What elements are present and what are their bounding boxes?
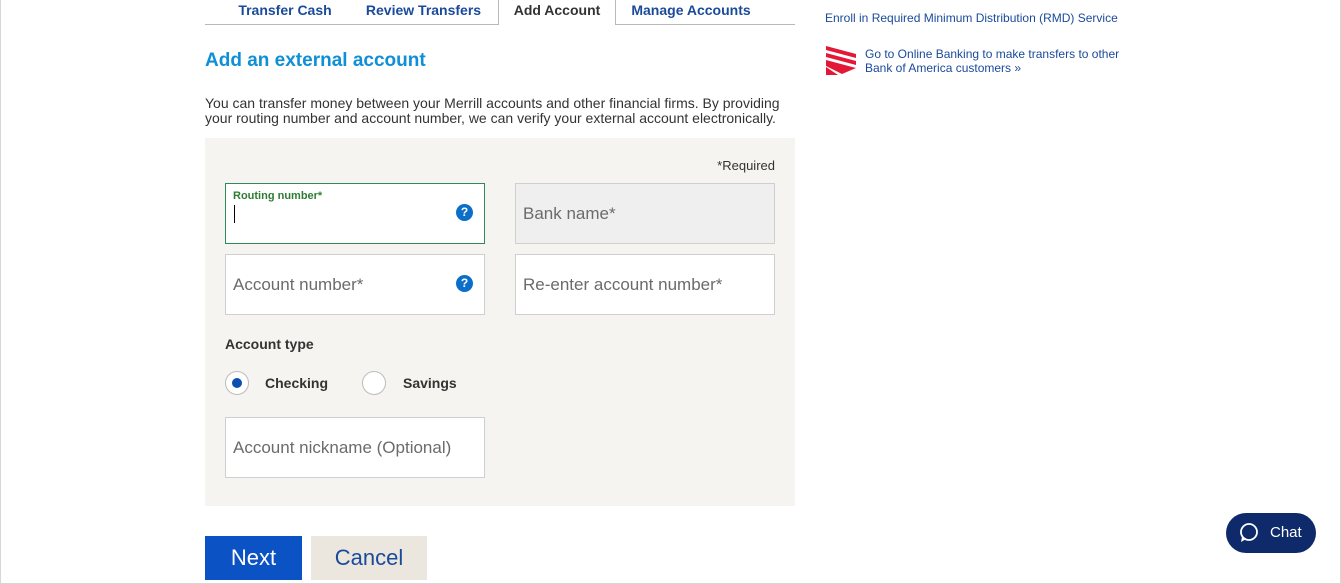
online-banking-link[interactable]: Go to Online Banking to make transfers t… [865,47,1135,75]
savings-radio[interactable] [362,371,386,395]
required-note: *Required [717,158,775,173]
tab-review-transfers[interactable]: Review Transfers [355,0,492,24]
tab-add-account[interactable]: Add Account [498,0,616,25]
account-number-placeholder: Account number* [233,275,364,294]
routing-number-field[interactable]: Routing number* ? [225,183,485,244]
account-number-field[interactable]: Account number* ? [225,254,485,315]
reenter-account-placeholder: Re-enter account number* [523,275,723,294]
page-title: Add an external account [205,50,426,71]
transfer-page: Transfer Cash Review Transfers Add Accou… [0,0,1341,584]
rmd-enroll-link[interactable]: Enroll in Required Minimum Distribution … [825,11,1118,25]
text-caret [234,205,235,223]
bank-of-america-flag-icon [826,46,856,75]
cancel-button[interactable]: Cancel [311,536,427,580]
chat-bubble-icon [1240,523,1258,542]
account-type-label: Account type [225,336,314,352]
checking-label[interactable]: Checking [265,375,328,391]
tab-bar: Transfer Cash Review Transfers Add Accou… [205,0,795,25]
chat-label: Chat [1270,524,1302,541]
add-account-form: *Required Routing number* ? Bank name* A… [205,138,795,506]
radio-selected-dot [232,378,242,388]
savings-label[interactable]: Savings [403,375,457,391]
account-help-icon[interactable]: ? [456,275,473,292]
reenter-account-number-field[interactable]: Re-enter account number* [515,254,775,315]
routing-help-icon[interactable]: ? [456,204,473,221]
intro-text: You can transfer money between your Merr… [205,95,780,126]
chat-button[interactable]: Chat [1226,513,1316,553]
account-nickname-placeholder: Account nickname (Optional) [233,438,452,457]
bank-name-field: Bank name* [515,183,775,244]
tab-transfer-cash[interactable]: Transfer Cash [205,0,365,24]
bank-name-placeholder: Bank name* [523,204,616,223]
checking-radio[interactable] [225,371,249,395]
next-button[interactable]: Next [205,536,302,580]
tab-manage-accounts[interactable]: Manage Accounts [616,0,766,24]
routing-number-label: Routing number* [233,190,323,202]
account-nickname-field[interactable]: Account nickname (Optional) [225,417,485,478]
